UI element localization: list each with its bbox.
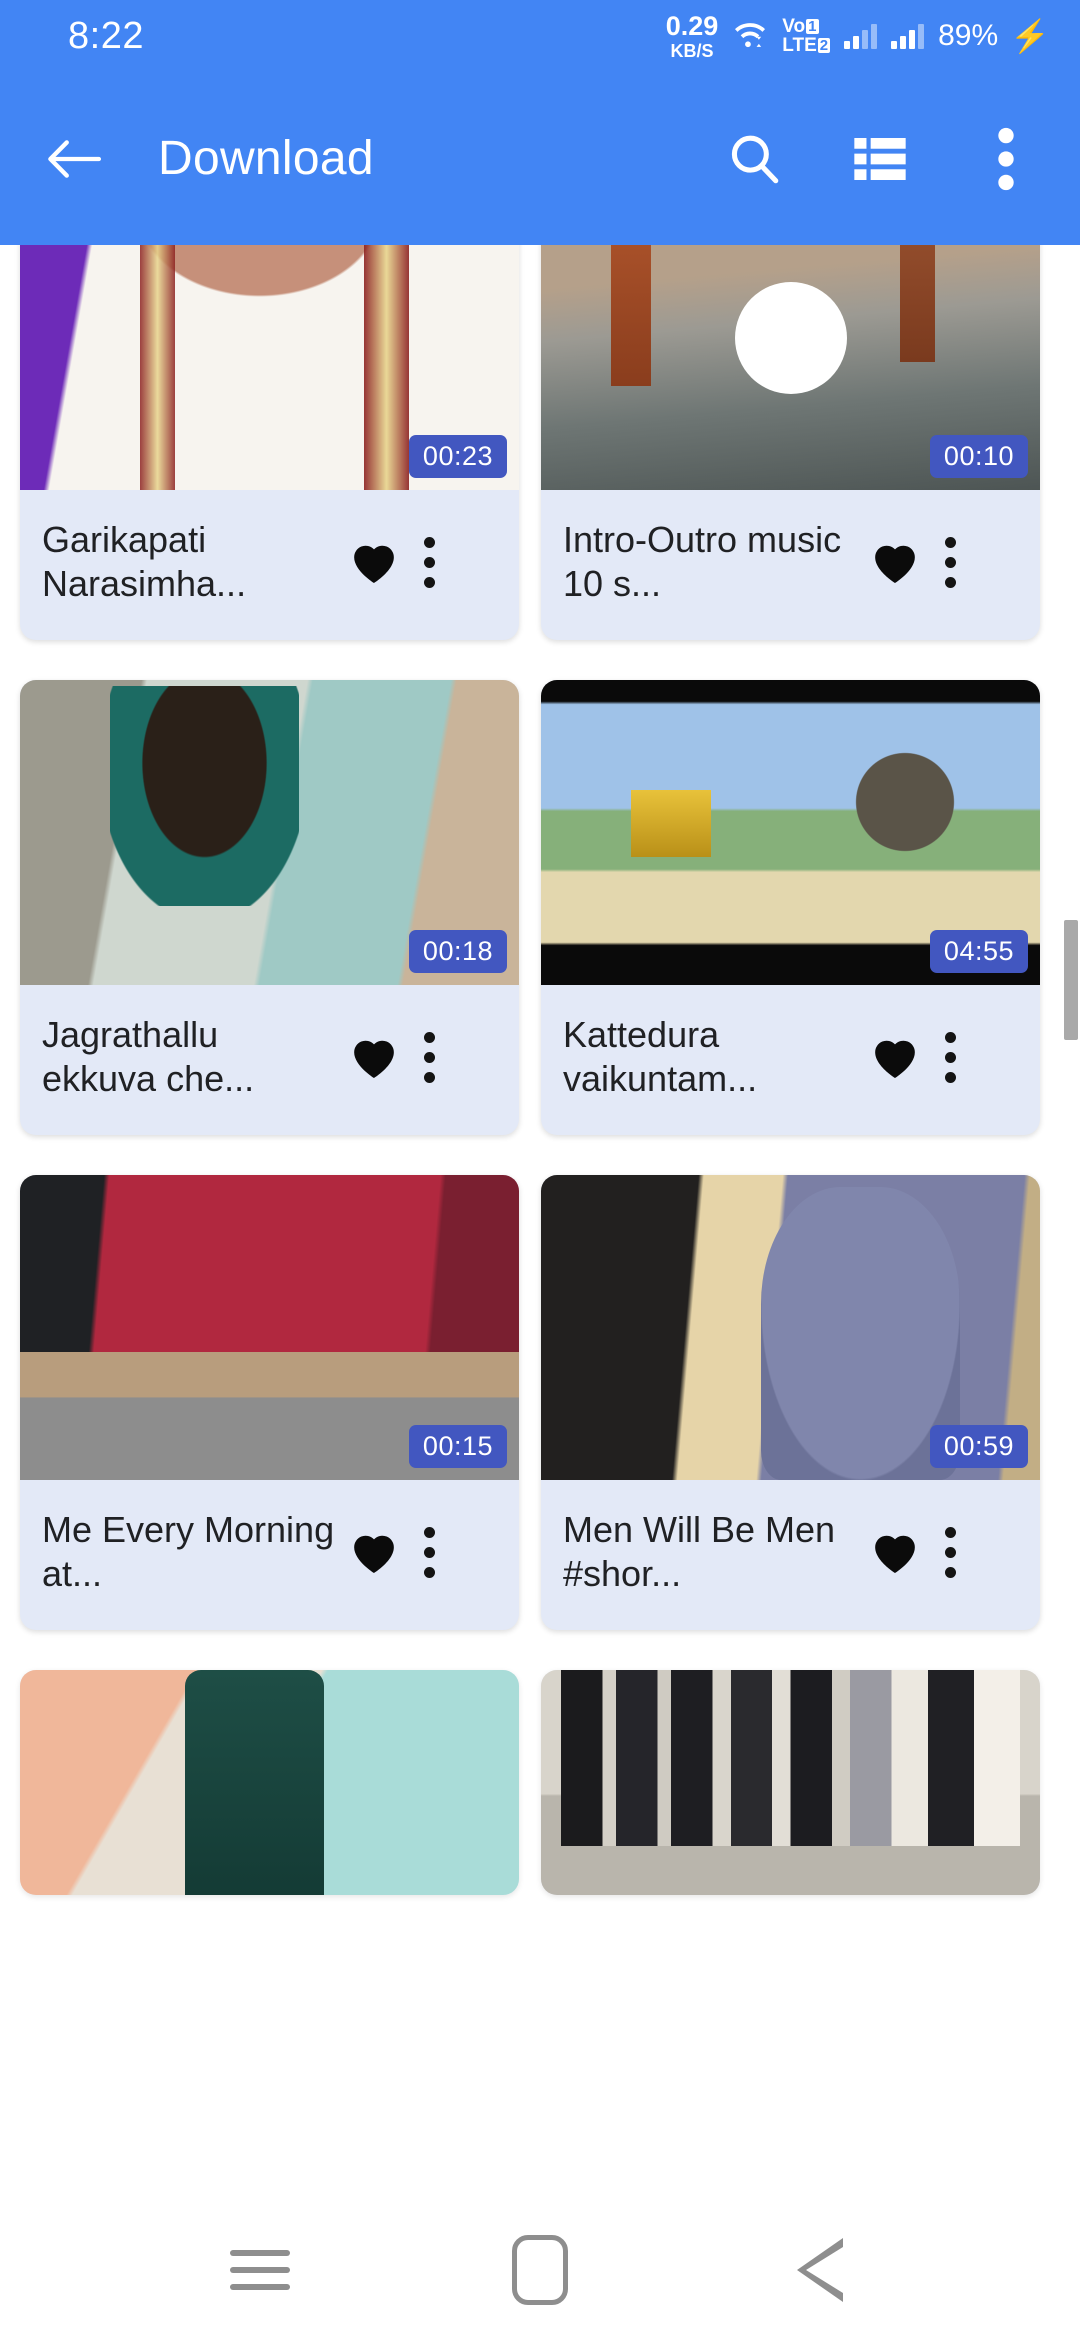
video-meta: Me Every Morning at... [20,1480,519,1630]
heart-filled-icon[interactable] [867,1524,923,1580]
duration-badge: 00:59 [929,1425,1028,1468]
more-vert-icon[interactable] [410,1519,449,1586]
more-vert-icon[interactable] [931,1024,970,1091]
grid-row-partial [0,1670,1080,1895]
battery-percent: 89% [938,19,999,52]
view-list-icon[interactable] [848,127,912,191]
system-nav-bar [0,2200,1080,2340]
video-title: Me Every Morning at... [42,1509,335,1594]
lightning-bolt-icon: ⚡ [1010,18,1050,54]
thumbnail-image [20,1670,519,1895]
app-bar: Download [0,72,1080,245]
volte-icon: Vo 1 LTE 2 [782,16,831,56]
scrollbar-thumb[interactable] [1064,920,1078,1040]
heart-filled-icon[interactable] [867,534,923,590]
page-title: Download [158,132,374,185]
video-card[interactable]: 00:18 Jagrathallu ekkuva che... [20,680,519,1135]
heart-filled-icon[interactable] [346,1524,402,1580]
wifi-icon [732,19,768,54]
video-card[interactable]: 00:15 Me Every Morning at... [20,1175,519,1630]
video-card[interactable]: 00:23 Garikapati Narasimha... [20,245,519,640]
more-vert-icon[interactable] [931,1519,970,1586]
phone-screen: 8:22 0.29 KB/S Vo 1 LTE 2 89% ⚡ Download… [0,0,1080,2340]
heart-filled-icon[interactable] [346,534,402,590]
network-speed-indicator: 0.29 KB/S [665,10,719,61]
grid-row: 00:18 Jagrathallu ekkuva che... 04:55 Ka… [0,680,1080,1135]
video-thumbnail[interactable] [541,1670,1040,1895]
signal-sim2-icon [891,23,925,49]
heart-filled-icon[interactable] [867,1029,923,1085]
video-thumbnail[interactable]: 00:10 [541,245,1040,490]
video-title: Jagrathallu ekkuva che... [42,1014,255,1099]
search-icon[interactable] [722,127,786,191]
heart-filled-icon[interactable] [346,1029,402,1085]
volte-sim1-badge: 1 [806,17,819,35]
duration-badge: 00:23 [408,435,507,478]
video-grid[interactable]: 00:23 Garikapati Narasimha... 00:10 Intr… [0,245,1080,2200]
video-card[interactable]: 00:10 Intro-Outro music 10 s... [541,245,1040,640]
video-card[interactable] [541,1670,1040,1895]
video-title: Intro-Outro music 10 s... [563,519,842,604]
more-vert-icon[interactable] [410,529,449,596]
play-button-overlay-icon[interactable] [734,281,847,394]
video-card[interactable]: 04:55 Kattedura vaikuntam... [541,680,1040,1135]
arrow-back-icon[interactable] [42,127,106,191]
network-speed-value: 0.29 [665,10,719,41]
signal-sim1-icon [844,23,878,49]
more-vert-icon[interactable] [974,127,1038,191]
video-meta: Men Will Be Men #shor... [541,1480,1040,1630]
network-speed-unit: KB/S [670,40,714,61]
video-title: Garikapati Narasimha... [42,519,247,604]
video-thumbnail[interactable] [20,1670,519,1895]
more-vert-icon[interactable] [931,529,970,596]
video-meta: Jagrathallu ekkuva che... [20,985,519,1135]
volte-label-top: Vo [782,16,806,37]
status-bar: 8:22 0.29 KB/S Vo 1 LTE 2 89% ⚡ [0,0,1080,72]
video-title: Kattedura vaikuntam... [563,1014,758,1099]
status-icons: 0.29 KB/S Vo 1 LTE 2 89% ⚡ [665,10,1050,61]
grid-row: 00:15 Me Every Morning at... 00:59 Men W… [0,1175,1080,1630]
app-bar-actions [722,127,1038,191]
more-vert-icon[interactable] [410,1024,449,1091]
duration-badge: 00:15 [408,1425,507,1468]
grid-row: 00:23 Garikapati Narasimha... 00:10 Intr… [0,245,1080,640]
duration-badge: 00:18 [408,930,507,973]
back-triangle-icon[interactable] [760,2225,880,2315]
status-clock: 8:22 [68,14,144,57]
video-thumbnail[interactable]: 00:18 [20,680,519,985]
recent-apps-icon[interactable] [200,2225,320,2315]
duration-badge: 00:10 [929,435,1028,478]
video-meta: Garikapati Narasimha... [20,490,519,640]
video-card[interactable] [20,1670,519,1895]
video-thumbnail[interactable]: 04:55 [541,680,1040,985]
video-meta: Kattedura vaikuntam... [541,985,1040,1135]
thumbnail-image [541,1670,1040,1895]
duration-badge: 04:55 [929,930,1028,973]
video-card[interactable]: 00:59 Men Will Be Men #shor... [541,1175,1040,1630]
home-icon[interactable] [480,2225,600,2315]
volte-sim2-badge: 2 [817,36,831,54]
video-title: Men Will Be Men #shor... [563,1509,836,1594]
video-thumbnail[interactable]: 00:59 [541,1175,1040,1480]
video-thumbnail[interactable]: 00:15 [20,1175,519,1480]
video-meta: Intro-Outro music 10 s... [541,490,1040,640]
volte-label-bottom: LTE [782,35,817,56]
video-thumbnail[interactable]: 00:23 [20,245,519,490]
